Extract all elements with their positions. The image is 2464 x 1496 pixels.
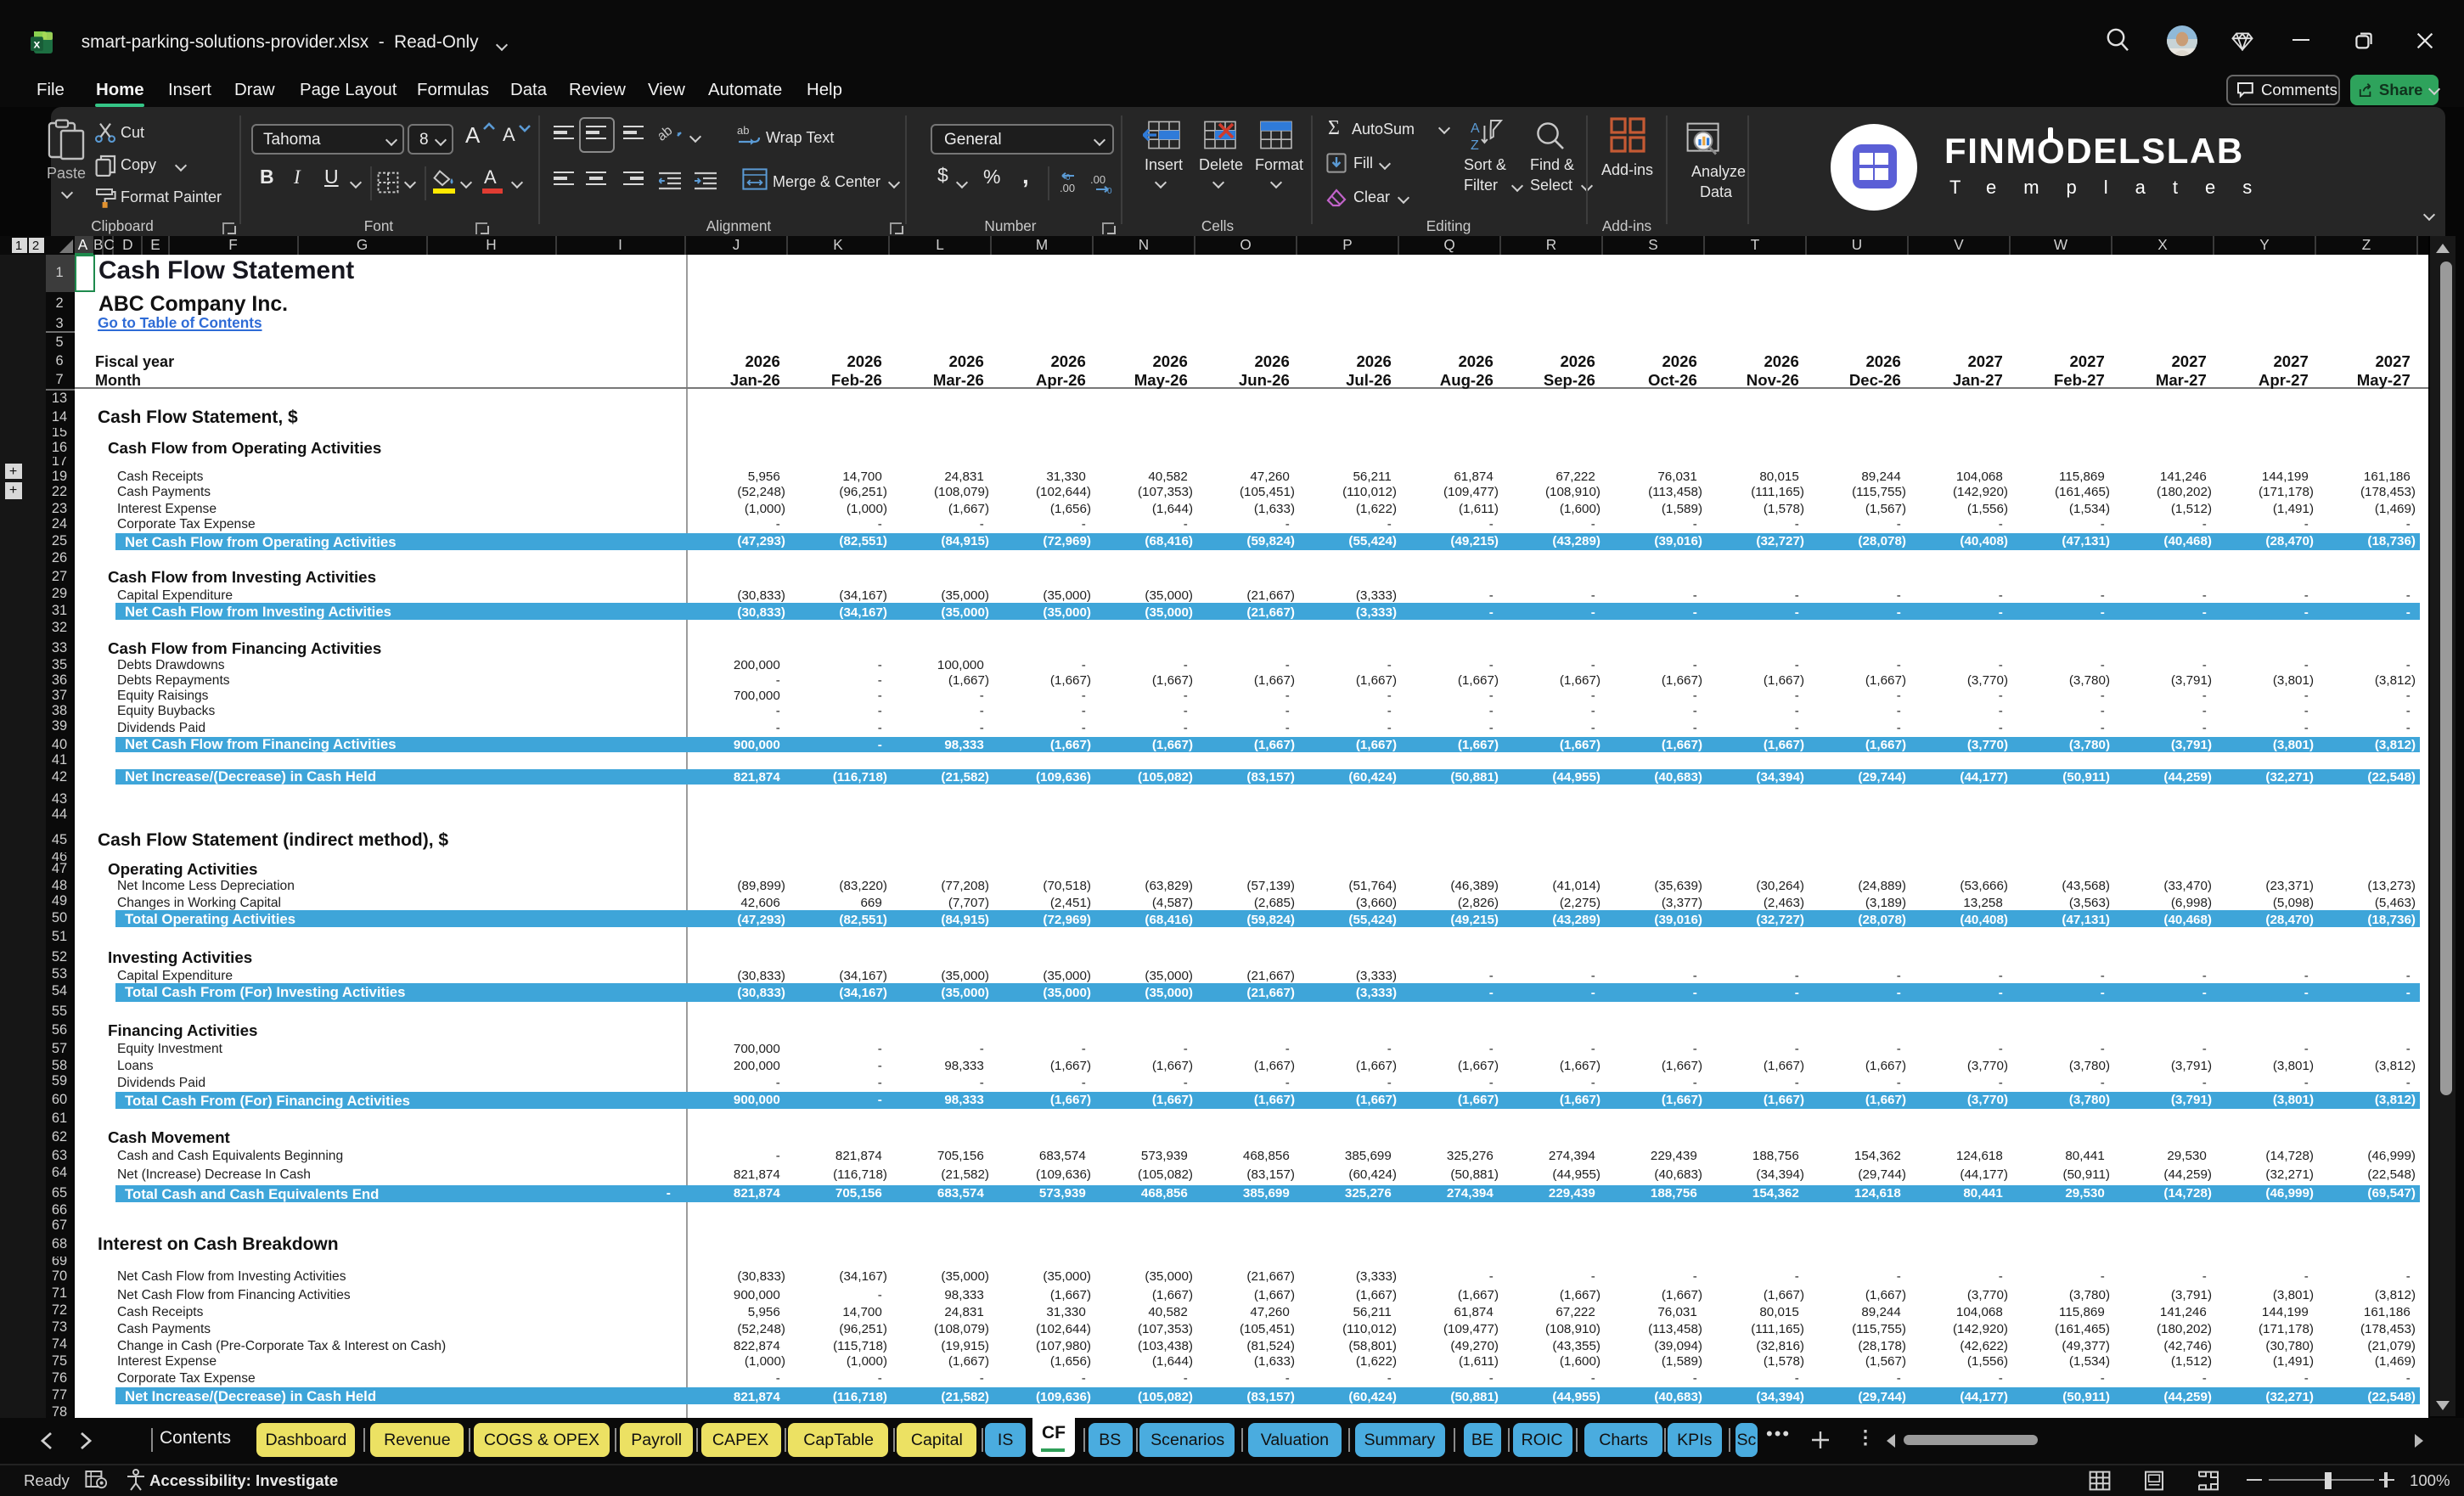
svg-text:Z: Z — [1471, 138, 1479, 151]
svg-text:A: A — [1471, 121, 1480, 136]
svg-text:ab: ab — [659, 123, 675, 144]
svg-text:ab: ab — [737, 124, 749, 137]
svg-text:0: 0 — [1066, 173, 1071, 183]
svg-text:.00: .00 — [1060, 182, 1075, 194]
svg-text:x: x — [33, 37, 40, 50]
svg-text:.00: .00 — [1090, 173, 1105, 186]
svg-text:0: 0 — [1107, 187, 1112, 194]
